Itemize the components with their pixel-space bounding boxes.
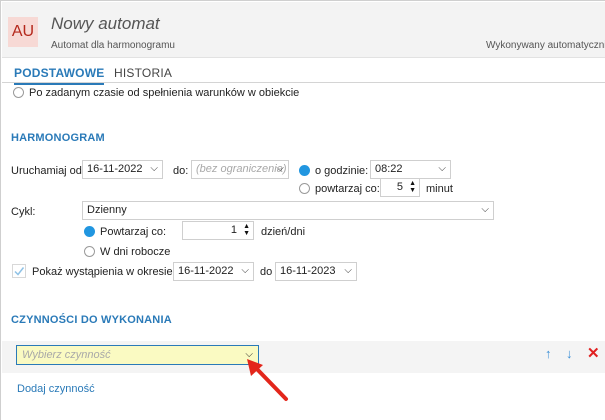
trigger-option-label: Po zadanym czasie od spełnienia warunków…: [29, 87, 300, 99]
repeat-days-unit: dzień/dni: [261, 226, 306, 238]
execution-note: Wykonywany automatycznie: [486, 40, 605, 51]
delete-icon[interactable]: ✕: [587, 344, 600, 362]
action-select[interactable]: Wybierz czynność ⌵: [16, 345, 259, 365]
at-time-select[interactable]: 08:22 ⌵: [370, 160, 451, 179]
repeat-every-label: powtarzaj co:: [315, 183, 380, 195]
at-time-radio[interactable]: [299, 165, 310, 176]
page-subtitle: Automat dla harmonogramu: [51, 40, 175, 51]
move-up-arrow-icon[interactable]: ↑: [545, 346, 552, 361]
stepper-arrows-icon[interactable]: ▲ ▼: [409, 180, 416, 194]
move-down-arrow-icon[interactable]: ↓: [566, 346, 573, 361]
cycle-select[interactable]: Dzienny ⌵: [82, 201, 494, 220]
occurrences-from-select[interactable]: 16-11-2022 ⌵: [173, 262, 254, 281]
occurrences-to-label: do: [260, 266, 273, 278]
automat-form: AU Nowy automat Automat dla harmonogramu…: [0, 0, 605, 420]
tab-historia[interactable]: HISTORIA: [114, 66, 172, 80]
at-time-label: o godzinie:: [315, 165, 369, 177]
occurrences-to-select[interactable]: 16-11-2023 ⌵: [275, 262, 357, 281]
add-action-link[interactable]: Dodaj czynność: [17, 383, 95, 395]
chevron-down-icon: ⌵: [481, 204, 489, 215]
run-from-label: Uruchamiaj od:: [11, 165, 85, 177]
avatar: AU: [8, 17, 38, 47]
actions-section-title: CZYNNOŚCI DO WYKONANIA: [11, 314, 172, 326]
run-from-date-select[interactable]: 16-11-2022 ⌵: [82, 160, 163, 179]
repeat-days-label: Powtarzaj co:: [100, 226, 167, 238]
repeat-days-radio[interactable]: [84, 226, 95, 237]
action-row: Wybierz czynność ⌵ ↑ ↓ ✕: [2, 341, 605, 373]
repeat-days-stepper[interactable]: 1 ▲ ▼: [182, 221, 254, 240]
chevron-down-icon: ⌵: [241, 265, 249, 276]
chevron-down-icon: ⌵: [276, 163, 284, 174]
workdays-label: W dni robocze: [100, 246, 171, 258]
tab-podstawowe[interactable]: PODSTAWOWE: [14, 66, 105, 85]
repeat-every-stepper[interactable]: 5 ▲ ▼: [380, 178, 420, 197]
annotation-arrow-icon: [247, 359, 288, 401]
tab-bar: PODSTAWOWE HISTORIA: [2, 63, 605, 85]
checkmark-icon[interactable]: [12, 264, 26, 278]
chevron-down-icon: ⌵: [438, 163, 446, 174]
to-label: do:: [173, 165, 189, 177]
chevron-down-icon: ⌵: [150, 163, 158, 174]
workdays-radio[interactable]: [84, 246, 95, 257]
cycle-label: Cykl:: [11, 206, 36, 218]
repeat-every-unit: minut: [426, 183, 453, 195]
page-title: Nowy automat: [51, 14, 160, 33]
show-occurrences-label: Pokaż wystąpienia w okresie od: [32, 266, 188, 278]
to-date-select[interactable]: (bez ograniczenia) ⌵: [191, 160, 289, 179]
harmonogram-section-title: HARMONOGRAM: [11, 132, 105, 144]
repeat-every-radio[interactable]: [299, 183, 310, 194]
stepper-arrows-icon[interactable]: ▲ ▼: [243, 223, 250, 237]
header: AU Nowy automat Automat dla harmonogramu…: [2, 2, 605, 58]
chevron-down-icon: ⌵: [344, 265, 352, 276]
trigger-radio[interactable]: [13, 87, 24, 98]
